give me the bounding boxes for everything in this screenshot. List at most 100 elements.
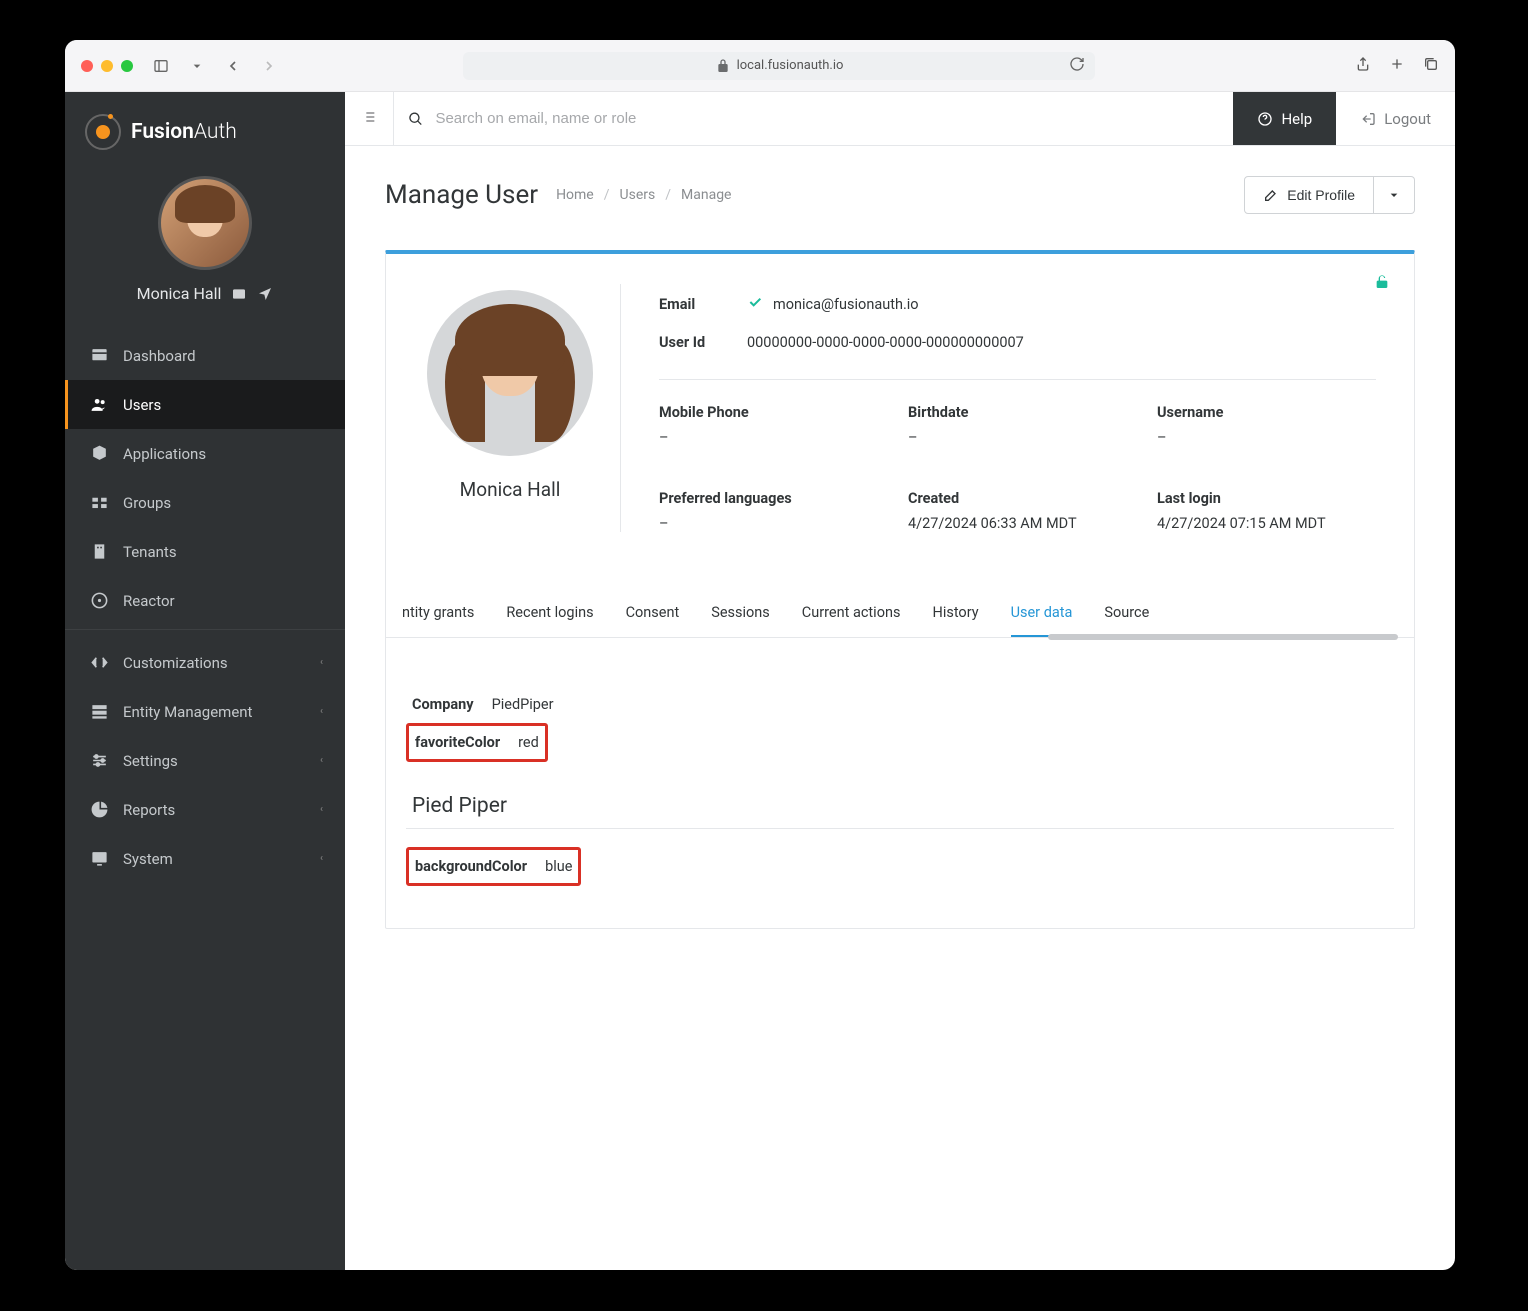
- topbar: Help Logout: [345, 92, 1455, 146]
- sidebar-item-system[interactable]: System ‹: [65, 834, 345, 883]
- tab-history[interactable]: History: [932, 588, 978, 637]
- location-icon[interactable]: [257, 286, 273, 302]
- sidebar-toggle-icon[interactable]: [147, 58, 175, 74]
- chevron-down-icon[interactable]: [183, 58, 211, 74]
- data-key: favoriteColor: [415, 734, 500, 751]
- tabs-icon[interactable]: [1423, 56, 1439, 76]
- field-value: –: [659, 429, 878, 446]
- help-button[interactable]: Help: [1233, 92, 1336, 145]
- sidebar-item-label: Reports: [123, 801, 175, 819]
- page-header: Manage User Home / Users / Manage Edit P…: [345, 146, 1455, 250]
- id-card-icon[interactable]: [231, 286, 247, 302]
- sidebar-item-applications[interactable]: Applications: [65, 429, 345, 478]
- main: Help Logout Manage User Home / Users / M…: [345, 92, 1455, 1270]
- share-icon[interactable]: [1355, 56, 1371, 76]
- forward-icon[interactable]: [255, 58, 283, 74]
- field-value: –: [1157, 429, 1376, 446]
- field-value: 4/27/2024 06:33 AM MDT: [908, 515, 1127, 532]
- sidebar-item-customizations[interactable]: Customizations ‹: [65, 638, 345, 687]
- sidebar-item-reports[interactable]: Reports ‹: [65, 785, 345, 834]
- tabs-scrollbar[interactable]: [1048, 634, 1398, 640]
- sidebar: FusionAuth Monica Hall Dashboard U: [65, 92, 345, 1270]
- sidebar-item-tenants[interactable]: Tenants: [65, 527, 345, 576]
- chevron-left-icon: ‹: [320, 804, 323, 815]
- new-tab-icon[interactable]: [1389, 56, 1405, 76]
- field-label: Birthdate: [908, 404, 1127, 421]
- brand: FusionAuth: [65, 92, 345, 162]
- edit-icon: [1263, 187, 1279, 203]
- divider: [659, 379, 1376, 380]
- search-bar: [393, 92, 1233, 145]
- unlock-icon[interactable]: [1374, 274, 1390, 294]
- nav-secondary: Customizations ‹ Entity Management ‹ Set…: [65, 634, 345, 883]
- sidebar-item-label: Entity Management: [123, 703, 252, 721]
- tab-sessions[interactable]: Sessions: [711, 588, 770, 637]
- last-login-cell: Last login 4/27/2024 07:15 AM MDT: [1157, 490, 1376, 532]
- help-label: Help: [1281, 110, 1312, 128]
- field-label: Mobile Phone: [659, 404, 878, 421]
- close-window-icon[interactable]: [81, 60, 93, 72]
- overview-left: Monica Hall: [400, 284, 620, 532]
- groups-icon: [90, 493, 109, 512]
- sidebar-item-settings[interactable]: Settings ‹: [65, 736, 345, 785]
- userid-value: 00000000-0000-0000-0000-000000000007: [747, 334, 1024, 351]
- collapse-sidebar-icon[interactable]: [345, 109, 393, 129]
- sidebar-item-dashboard[interactable]: Dashboard: [65, 331, 345, 380]
- minimize-window-icon[interactable]: [101, 60, 113, 72]
- tab-entity-grants[interactable]: ntity grants: [402, 588, 474, 637]
- tab-source[interactable]: Source: [1104, 588, 1149, 637]
- edit-profile-button[interactable]: Edit Profile: [1244, 176, 1374, 214]
- sidebar-item-label: System: [123, 850, 173, 868]
- user-card: Monica Hall Email monica@fusionauth.io: [385, 250, 1415, 929]
- building-icon: [90, 542, 109, 561]
- logout-button[interactable]: Logout: [1336, 92, 1455, 145]
- brand-name: FusionAuth: [131, 120, 237, 144]
- sidebar-item-label: Groups: [123, 494, 171, 512]
- window-controls: [81, 60, 133, 72]
- userid-label: User Id: [659, 334, 719, 351]
- userid-row: User Id 00000000-0000-0000-0000-00000000…: [659, 324, 1376, 361]
- breadcrumb: Home / Users / Manage: [556, 187, 731, 203]
- url-bar[interactable]: local.fusionauth.io: [463, 52, 1095, 80]
- breadcrumb-item[interactable]: Users: [620, 187, 656, 203]
- email-label: Email: [659, 296, 719, 313]
- tab-recent-logins[interactable]: Recent logins: [506, 588, 593, 637]
- sidebar-item-label: Customizations: [123, 654, 228, 672]
- actions-dropdown-button[interactable]: [1374, 176, 1415, 214]
- page-title: Manage User: [385, 180, 538, 210]
- reload-icon[interactable]: [1069, 56, 1085, 76]
- data-row-background-color: backgroundColor blue: [406, 847, 581, 886]
- logout-label: Logout: [1384, 110, 1431, 128]
- tabs: ntity grants Recent logins Consent Sessi…: [386, 588, 1414, 638]
- sliders-icon: [90, 751, 109, 770]
- sidebar-profile: Monica Hall: [65, 162, 345, 327]
- search-input[interactable]: [435, 110, 1219, 127]
- maximize-window-icon[interactable]: [121, 60, 133, 72]
- sidebar-item-users[interactable]: Users: [65, 380, 345, 429]
- breadcrumb-sep: /: [665, 187, 671, 203]
- nav-divider: [65, 629, 345, 630]
- data-key: Company: [412, 696, 474, 713]
- users-icon: [90, 395, 109, 414]
- sidebar-item-entity-management[interactable]: Entity Management ‹: [65, 687, 345, 736]
- overview-right: Email monica@fusionauth.io User Id: [620, 284, 1376, 532]
- breadcrumb-item[interactable]: Home: [556, 187, 594, 203]
- header-actions: Edit Profile: [1244, 176, 1415, 214]
- sidebar-item-label: Reactor: [123, 592, 175, 610]
- data-value: red: [518, 734, 539, 751]
- sidebar-item-reactor[interactable]: Reactor: [65, 576, 345, 625]
- tab-user-data[interactable]: User data: [1011, 588, 1073, 637]
- sidebar-item-label: Tenants: [123, 543, 177, 561]
- brand-logo-icon: [85, 114, 121, 150]
- avatar[interactable]: [158, 176, 252, 270]
- tab-current-actions[interactable]: Current actions: [802, 588, 901, 637]
- field-label: Username: [1157, 404, 1376, 421]
- back-icon[interactable]: [219, 58, 247, 74]
- data-value: blue: [545, 858, 572, 875]
- info-grid: Mobile Phone – Birthdate – Username –: [659, 404, 1376, 532]
- search-icon: [408, 111, 423, 127]
- sidebar-item-groups[interactable]: Groups: [65, 478, 345, 527]
- logout-icon: [1360, 111, 1376, 127]
- tab-consent[interactable]: Consent: [626, 588, 680, 637]
- data-value: PiedPiper: [492, 696, 554, 713]
